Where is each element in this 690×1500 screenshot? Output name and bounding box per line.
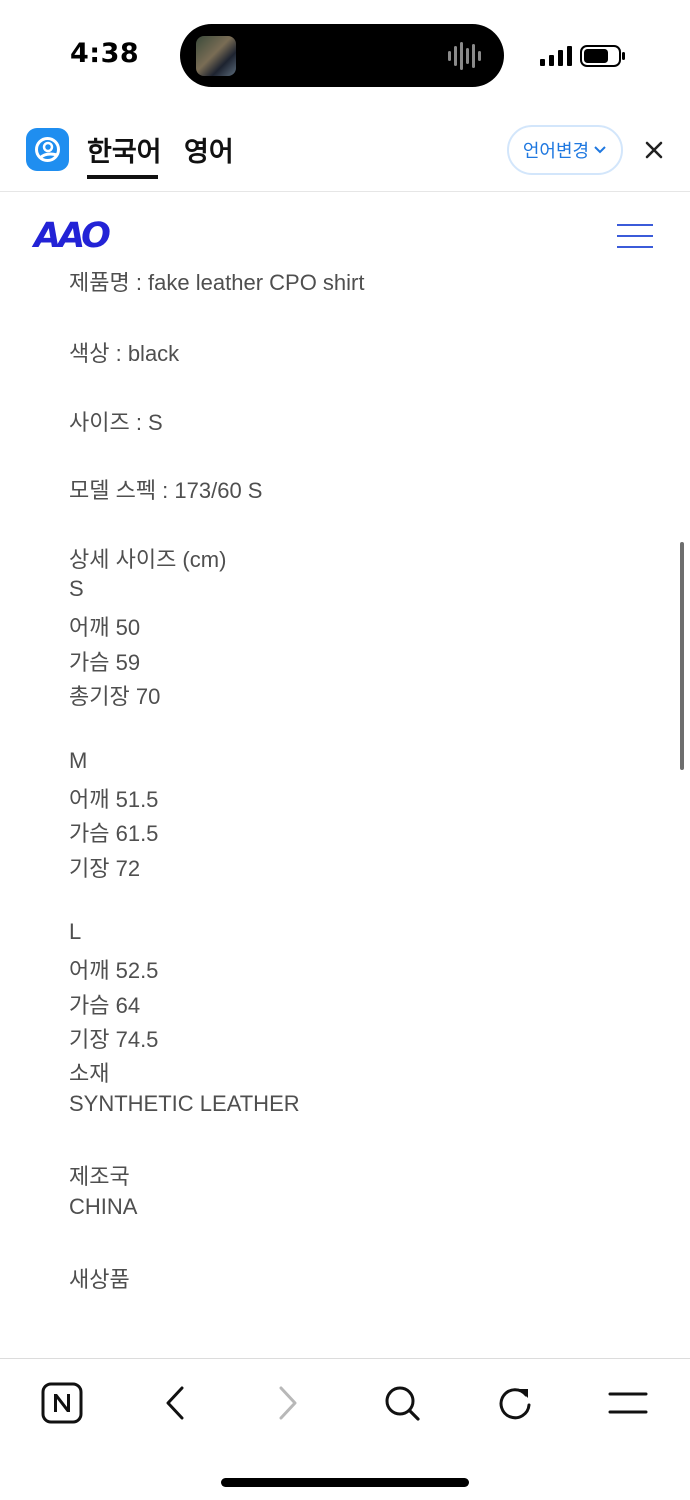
detail-line: 소재 xyxy=(69,1061,110,1087)
tab-korean[interactable]: 한국어 xyxy=(87,130,162,169)
close-icon xyxy=(645,141,663,159)
detail-line: 새상품 xyxy=(69,1267,130,1293)
papago-logo-icon xyxy=(35,137,60,162)
detail-line: 가슴 61.5 xyxy=(69,821,159,847)
active-tab-indicator xyxy=(87,175,158,179)
menu-icon xyxy=(608,1392,648,1414)
forward-button[interactable] xyxy=(266,1381,310,1425)
site-logo[interactable]: AAO xyxy=(34,216,111,256)
detail-line: M xyxy=(69,747,88,773)
detail-line: 가슴 64 xyxy=(69,992,141,1018)
search-icon xyxy=(385,1386,420,1421)
status-bar: 4:38 xyxy=(0,0,690,108)
detail-line: SYNTHETIC LEATHER xyxy=(69,1090,300,1116)
hamburger-menu-icon[interactable] xyxy=(617,224,653,248)
status-time: 4:38 xyxy=(70,38,140,69)
change-language-label: 언어변경 xyxy=(522,141,590,162)
signal-icon xyxy=(540,46,572,66)
naver-home-icon xyxy=(41,1382,83,1424)
product-detail: 제품명 : fake leather CPO shirt 색상 : black 사… xyxy=(0,262,690,1357)
detail-line: 어깨 52.5 xyxy=(69,958,159,984)
detail-line: 총기장 70 xyxy=(69,684,161,709)
battery-icon xyxy=(580,45,625,67)
detail-line: 사이즈 : S xyxy=(69,409,163,435)
home-indicator[interactable] xyxy=(221,1478,469,1487)
close-button[interactable] xyxy=(640,136,668,164)
site-header: AAO xyxy=(0,192,690,272)
now-playing-thumbnail xyxy=(196,36,236,76)
detail-line: 기장 74.5 xyxy=(69,1027,159,1052)
detail-line: 모델 스펙 : 173/60 S xyxy=(69,478,263,504)
detail-line: 상세 사이즈 (cm) xyxy=(69,546,227,572)
back-icon xyxy=(166,1386,184,1420)
detail-line: 가슴 59 xyxy=(69,649,141,675)
detail-line: 어깨 51.5 xyxy=(69,786,159,812)
papago-icon[interactable] xyxy=(26,128,69,171)
back-button[interactable] xyxy=(153,1381,197,1425)
detail-line: S xyxy=(69,576,84,602)
forward-icon xyxy=(279,1386,297,1420)
detail-line: 색상 : black xyxy=(69,341,180,366)
detail-line: 기장 72 xyxy=(69,855,141,881)
detail-line: 어깨 50 xyxy=(69,615,141,641)
refresh-icon xyxy=(499,1388,531,1420)
scrollbar[interactable] xyxy=(680,542,684,770)
naver-home-button[interactable] xyxy=(40,1381,84,1425)
chevron-down-icon xyxy=(594,146,606,154)
detail-line: CHINA xyxy=(69,1193,138,1219)
translator-bar: 한국어 영어 언어변경 xyxy=(0,108,690,192)
tab-english[interactable]: 영어 xyxy=(184,130,234,169)
refresh-button[interactable] xyxy=(493,1381,537,1425)
change-language-button[interactable]: 언어변경 xyxy=(507,125,623,175)
browser-toolbar xyxy=(0,1358,690,1500)
dynamic-island[interactable] xyxy=(180,24,504,87)
menu-button[interactable] xyxy=(606,1381,650,1425)
detail-line: L xyxy=(69,919,82,945)
search-button[interactable] xyxy=(380,1381,424,1425)
detail-line: 제조국 xyxy=(69,1164,130,1190)
audio-wave-icon xyxy=(448,42,481,70)
